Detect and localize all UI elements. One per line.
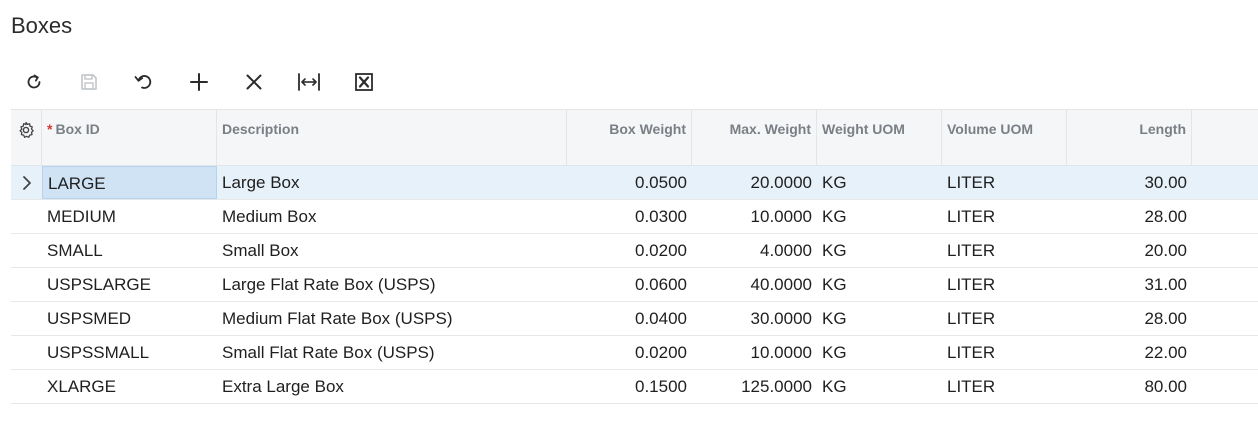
cell-box-weight[interactable]: 0.1500 [567, 370, 692, 403]
export-excel-button[interactable] [342, 64, 386, 100]
refresh-icon [27, 74, 41, 89]
chevron-right-icon [11, 166, 42, 199]
cell-box-weight[interactable]: 0.0400 [567, 302, 692, 335]
cell-box-id[interactable]: USPSLARGE [42, 268, 217, 301]
cell-max-weight[interactable]: 10.0000 [692, 200, 817, 233]
cell-weight-uom[interactable]: KG [817, 200, 942, 233]
cell-box-weight[interactable]: 0.0200 [567, 234, 692, 267]
table-row[interactable]: USPSMED Medium Flat Rate Box (USPS) 0.04… [11, 302, 1258, 336]
fit-width-icon [298, 73, 320, 91]
table-row[interactable]: USPSSMALL Small Flat Rate Box (USPS) 0.0… [11, 336, 1258, 370]
undo-icon [134, 75, 152, 89]
gear-icon [19, 121, 34, 138]
refresh-button[interactable] [12, 64, 56, 100]
grid-header: * Box ID Description Box Weight Max. Weig… [11, 109, 1258, 166]
cell-volume-uom[interactable]: LITER [942, 200, 1067, 233]
cell-weight-uom[interactable]: KG [817, 370, 942, 403]
cell-weight-uom[interactable]: KG [817, 268, 942, 301]
cell-length[interactable]: 28.00 [1067, 200, 1192, 233]
cell-max-weight[interactable]: 125.0000 [692, 370, 817, 403]
cell-weight-uom[interactable]: KG [817, 302, 942, 335]
cell-volume-uom[interactable]: LITER [942, 268, 1067, 301]
plus-icon [190, 73, 208, 91]
cell-volume-uom[interactable]: LITER [942, 166, 1067, 199]
cell-max-weight[interactable]: 30.0000 [692, 302, 817, 335]
column-header-length[interactable]: Length [1067, 110, 1192, 165]
cell-box-id[interactable]: USPSMED [42, 302, 217, 335]
cell-box-id[interactable]: SMALL [42, 234, 217, 267]
cell-length[interactable]: 31.00 [1067, 268, 1192, 301]
add-row-button[interactable] [177, 64, 221, 100]
column-header-box-weight[interactable]: Box Weight [567, 110, 692, 165]
table-row[interactable]: XLARGE Extra Large Box 0.1500 125.0000 K… [11, 370, 1258, 404]
column-header-max-weight[interactable]: Max. Weight [692, 110, 817, 165]
table-row[interactable]: SMALL Small Box 0.0200 4.0000 KG LITER 2… [11, 234, 1258, 268]
save-button[interactable] [67, 64, 111, 100]
table-row[interactable]: MEDIUM Medium Box 0.0300 10.0000 KG LITE… [11, 200, 1258, 234]
save-icon [81, 74, 97, 90]
cell-box-id[interactable]: XLARGE [42, 370, 217, 403]
cell-weight-uom[interactable]: KG [817, 166, 942, 199]
column-header-description[interactable]: Description [217, 110, 567, 165]
column-header-label: Length [1139, 121, 1186, 137]
delete-row-button[interactable] [232, 64, 276, 100]
required-marker: * [47, 121, 53, 137]
cell-box-weight[interactable]: 0.0600 [567, 268, 692, 301]
column-header-label: Volume UOM [947, 121, 1034, 137]
column-header-label: Description [222, 121, 300, 137]
column-settings-button[interactable] [11, 110, 42, 165]
column-header-box-id[interactable]: * Box ID [42, 110, 217, 165]
cell-description[interactable]: Large Box [217, 166, 567, 199]
close-icon [246, 74, 262, 90]
cell-description[interactable]: Small Box [217, 234, 567, 267]
column-header-volume-uom[interactable]: Volume UOM [942, 110, 1067, 165]
cell-box-weight[interactable]: 0.0300 [567, 200, 692, 233]
cell-volume-uom[interactable]: LITER [942, 370, 1067, 403]
column-header-weight-uom[interactable]: Weight UOM [817, 110, 942, 165]
cell-description[interactable]: Medium Box [217, 200, 567, 233]
cell-box-weight[interactable]: 0.0200 [567, 336, 692, 369]
cell-weight-uom[interactable]: KG [817, 336, 942, 369]
cell-description[interactable]: Large Flat Rate Box (USPS) [217, 268, 567, 301]
cell-weight-uom[interactable]: KG [817, 234, 942, 267]
cell-description[interactable]: Extra Large Box [217, 370, 567, 403]
cell-length[interactable]: 30.00 [1067, 166, 1192, 199]
cell-max-weight[interactable]: 20.0000 [692, 166, 817, 199]
column-header-label: Weight UOM [822, 121, 905, 137]
cell-length[interactable]: 20.00 [1067, 234, 1192, 267]
cell-box-id[interactable]: USPSSMALL [42, 336, 217, 369]
table-row[interactable]: USPSLARGE Large Flat Rate Box (USPS) 0.0… [11, 268, 1258, 302]
undo-button[interactable] [122, 64, 166, 100]
cell-volume-uom[interactable]: LITER [942, 336, 1067, 369]
boxes-grid: * Box ID Description Box Weight Max. Weig… [11, 109, 1258, 404]
cell-max-weight[interactable]: 4.0000 [692, 234, 817, 267]
page-title: Boxes [11, 13, 73, 38]
cell-description[interactable]: Small Flat Rate Box (USPS) [217, 336, 567, 369]
cell-max-weight[interactable]: 10.0000 [692, 336, 817, 369]
cell-max-weight[interactable]: 40.0000 [692, 268, 817, 301]
cell-volume-uom[interactable]: LITER [942, 234, 1067, 267]
table-row[interactable]: LARGE Large Box 0.0500 20.0000 KG LITER … [11, 166, 1258, 200]
column-header-label: Box Weight [609, 121, 686, 137]
fit-to-screen-button[interactable] [287, 64, 331, 100]
column-header-label: Max. Weight [729, 121, 811, 137]
cell-box-id[interactable]: LARGE [42, 166, 217, 199]
cell-length[interactable]: 22.00 [1067, 336, 1192, 369]
excel-icon [355, 73, 373, 91]
cell-box-id[interactable]: MEDIUM [42, 200, 217, 233]
cell-length[interactable]: 80.00 [1067, 370, 1192, 403]
cell-volume-uom[interactable]: LITER [942, 302, 1067, 335]
column-header-label: Box ID [55, 121, 100, 137]
cell-box-weight[interactable]: 0.0500 [567, 166, 692, 199]
cell-description[interactable]: Medium Flat Rate Box (USPS) [217, 302, 567, 335]
cell-length[interactable]: 28.00 [1067, 302, 1192, 335]
